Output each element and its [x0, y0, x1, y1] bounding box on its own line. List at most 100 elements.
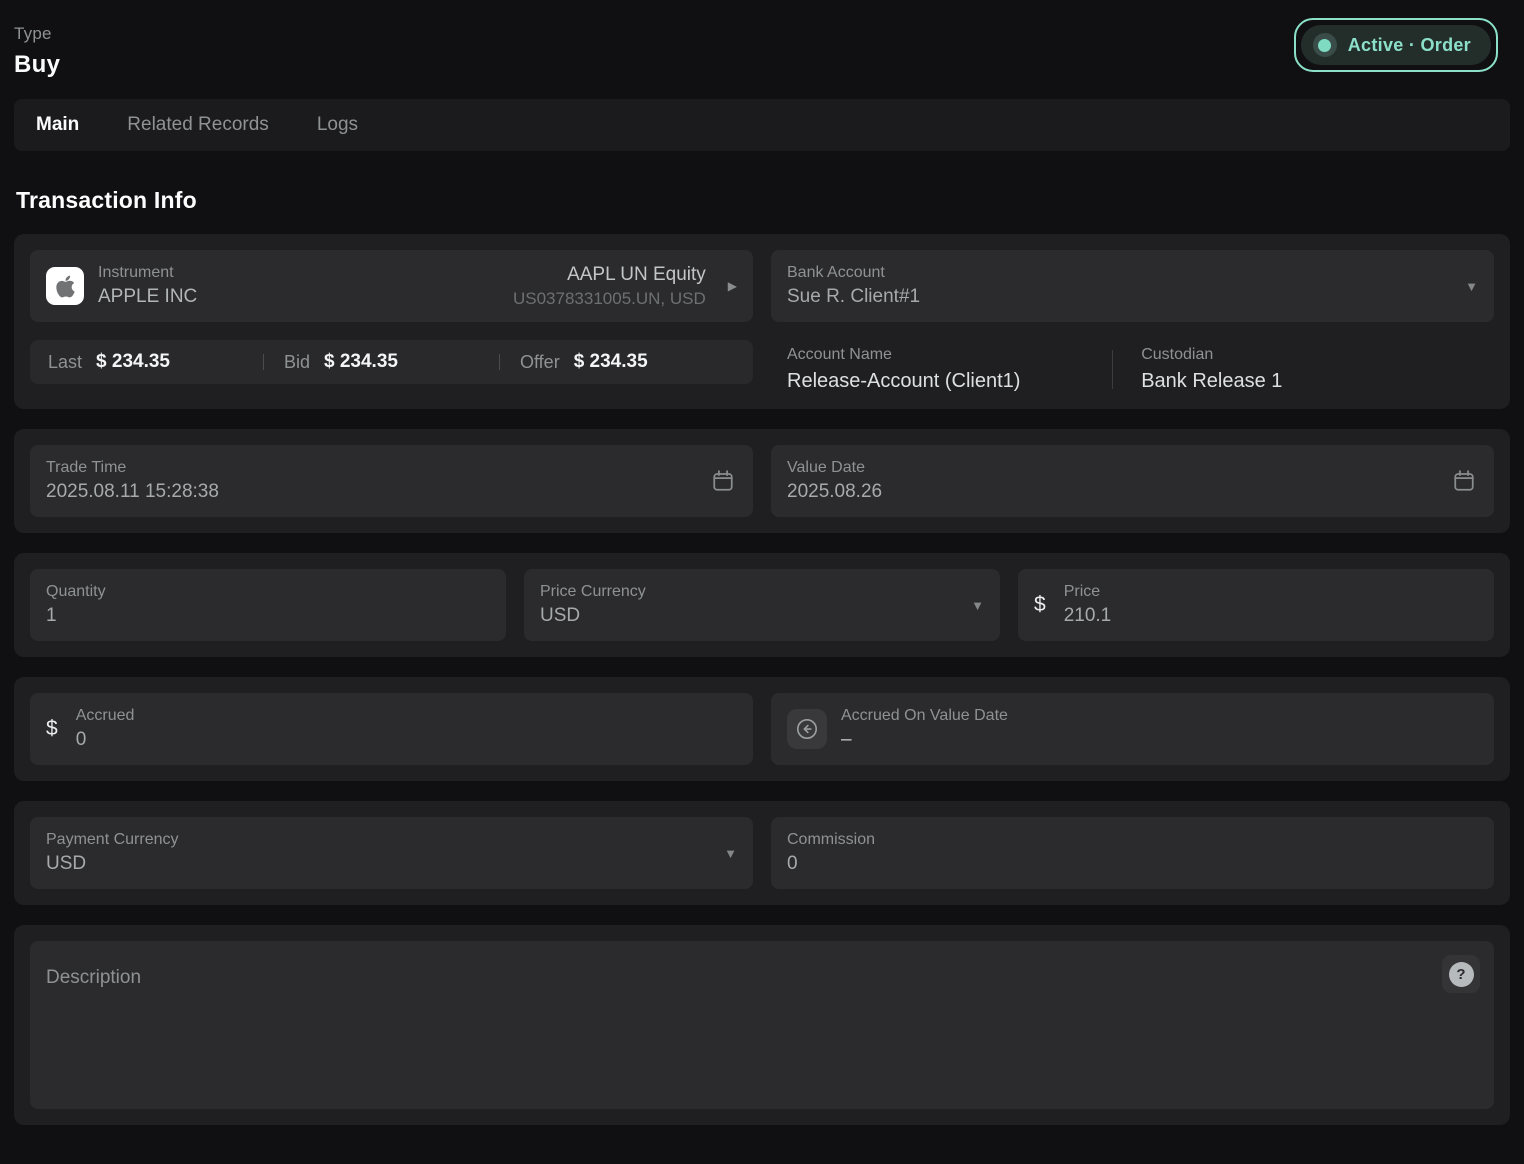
quantity-field[interactable]: Quantity 1: [30, 569, 506, 641]
quote-bid-label: Bid: [284, 352, 310, 373]
quote-divider: [499, 354, 500, 370]
account-name-block: Account Name Release-Account (Client1): [787, 346, 1112, 393]
tab-bar: Main Related Records Logs: [14, 99, 1510, 151]
instrument-field[interactable]: Instrument APPLE INC AAPL UN Equity US03…: [30, 250, 753, 322]
value-date-label: Value Date: [787, 459, 882, 477]
accrued-on-value-date-field: Accrued On Value Date –: [771, 693, 1494, 765]
quote-strip: Last $ 234.35 Bid $ 234.35 Offer $ 234.3…: [30, 340, 753, 384]
price-label: Price: [1064, 583, 1112, 601]
caret-down-icon: ▼: [971, 598, 984, 613]
custodian-label: Custodian: [1141, 346, 1282, 364]
payment-currency-label: Payment Currency: [46, 831, 179, 849]
account-name-value: Release-Account (Client1): [787, 370, 1112, 393]
quote-strip-wrap: Last $ 234.35 Bid $ 234.35 Offer $ 234.3…: [30, 340, 753, 393]
trade-time-field[interactable]: Trade Time 2025.08.11 15:28:38: [30, 445, 753, 517]
custodian-value: Bank Release 1: [1141, 370, 1282, 393]
tab-related-records[interactable]: Related Records: [127, 114, 269, 136]
tab-main[interactable]: Main: [36, 114, 79, 136]
quote-divider: [263, 354, 264, 370]
chevron-right-icon[interactable]: ▶: [728, 279, 737, 293]
type-block: Type Buy: [14, 24, 60, 79]
status-badge[interactable]: Active · Order: [1294, 18, 1498, 72]
price-currency-text: Price Currency USD: [540, 583, 646, 627]
status-badge-label: Active · Order: [1348, 35, 1471, 56]
accrued-field[interactable]: $ Accrued 0: [30, 693, 753, 765]
quote-bid-value: $ 234.35: [324, 351, 398, 373]
apple-icon: [46, 267, 84, 305]
accrued-text: Accrued 0: [76, 707, 135, 751]
caret-down-icon: ▼: [1465, 279, 1478, 294]
panel-instrument: Instrument APPLE INC AAPL UN Equity US03…: [14, 234, 1510, 409]
instrument-value: APPLE INC: [98, 286, 197, 308]
help-button[interactable]: ?: [1442, 955, 1480, 993]
trade-time-label: Trade Time: [46, 459, 219, 477]
accrued-on-value-date-value: –: [841, 729, 1008, 751]
page: Type Buy Active · Order Main Related Rec…: [0, 0, 1524, 1125]
description-box: ?: [30, 941, 1494, 1109]
quote-last: Last $ 234.35: [48, 351, 263, 373]
commission-label: Commission: [787, 831, 875, 849]
value-date-value: 2025.08.26: [787, 481, 882, 503]
description-textarea[interactable]: [30, 941, 1494, 1109]
quote-last-value: $ 234.35: [96, 351, 170, 373]
panel-dates: Trade Time 2025.08.11 15:28:38 Value Dat…: [14, 429, 1510, 533]
vertical-divider: [1112, 350, 1113, 389]
instrument-text: Instrument APPLE INC: [98, 264, 197, 308]
instrument-identifiers: AAPL UN Equity US0378331005.UN, USD: [513, 264, 706, 309]
payment-currency-value: USD: [46, 853, 179, 875]
quantity-label: Quantity: [46, 583, 106, 601]
bank-account-select[interactable]: Bank Account Sue R. Client#1 ▼: [771, 250, 1494, 322]
header: Type Buy Active · Order: [14, 24, 1510, 79]
instrument-ticker: AAPL UN Equity: [513, 264, 706, 286]
accrued-label: Accrued: [76, 707, 135, 725]
quantity-value: 1: [46, 605, 106, 627]
type-label: Type: [14, 24, 60, 44]
panel-payment: Payment Currency USD ▼ Commission 0: [14, 801, 1510, 905]
instrument-isin: US0378331005.UN, USD: [513, 289, 706, 309]
circle-arrow-left-icon: [794, 716, 820, 742]
quantity-text: Quantity 1: [46, 583, 106, 627]
price-currency-select[interactable]: Price Currency USD ▼: [524, 569, 1000, 641]
caret-down-icon: ▼: [724, 846, 737, 861]
bank-account-text: Bank Account Sue R. Client#1: [787, 264, 920, 308]
dollar-icon: $: [1034, 593, 1046, 617]
commission-text: Commission 0: [787, 831, 875, 875]
commission-field[interactable]: Commission 0: [771, 817, 1494, 889]
price-text: Price 210.1: [1064, 583, 1112, 627]
account-name-label: Account Name: [787, 346, 1112, 364]
revert-button[interactable]: [787, 709, 827, 749]
accrued-value: 0: [76, 729, 135, 751]
calendar-icon[interactable]: [709, 467, 737, 495]
section-title: Transaction Info: [16, 187, 1508, 214]
commission-value: 0: [787, 853, 875, 875]
calendar-icon[interactable]: [1450, 467, 1478, 495]
value-date-field[interactable]: Value Date 2025.08.26: [771, 445, 1494, 517]
dollar-icon: $: [46, 717, 58, 741]
accrued-on-value-date-label: Accrued On Value Date: [841, 707, 1008, 725]
price-currency-value: USD: [540, 605, 646, 627]
question-mark-icon: ?: [1449, 962, 1474, 987]
trade-time-value: 2025.08.11 15:28:38: [46, 481, 219, 503]
account-info-block: Account Name Release-Account (Client1) C…: [771, 340, 1494, 393]
tab-logs[interactable]: Logs: [317, 114, 358, 136]
status-badge-pill: Active · Order: [1301, 25, 1491, 65]
status-dot-icon: [1313, 33, 1337, 57]
accrued-on-value-date-text: Accrued On Value Date –: [841, 707, 1008, 751]
payment-currency-text: Payment Currency USD: [46, 831, 179, 875]
quote-offer-value: $ 234.35: [574, 351, 648, 373]
price-field[interactable]: $ Price 210.1: [1018, 569, 1494, 641]
bank-account-value: Sue R. Client#1: [787, 286, 920, 308]
price-currency-label: Price Currency: [540, 583, 646, 601]
quote-offer-label: Offer: [520, 352, 560, 373]
quote-offer: Offer $ 234.35: [520, 351, 735, 373]
panel-accrued: $ Accrued 0 Accrued On Value Date –: [14, 677, 1510, 781]
trade-time-text: Trade Time 2025.08.11 15:28:38: [46, 459, 219, 503]
custodian-block: Custodian Bank Release 1: [1141, 346, 1282, 393]
panel-quantity-price: Quantity 1 Price Currency USD ▼ $ Price …: [14, 553, 1510, 657]
type-value: Buy: [14, 51, 60, 79]
panel-description: ?: [14, 925, 1510, 1125]
value-date-text: Value Date 2025.08.26: [787, 459, 882, 503]
bank-account-label: Bank Account: [787, 264, 920, 282]
payment-currency-select[interactable]: Payment Currency USD ▼: [30, 817, 753, 889]
instrument-label: Instrument: [98, 264, 197, 282]
